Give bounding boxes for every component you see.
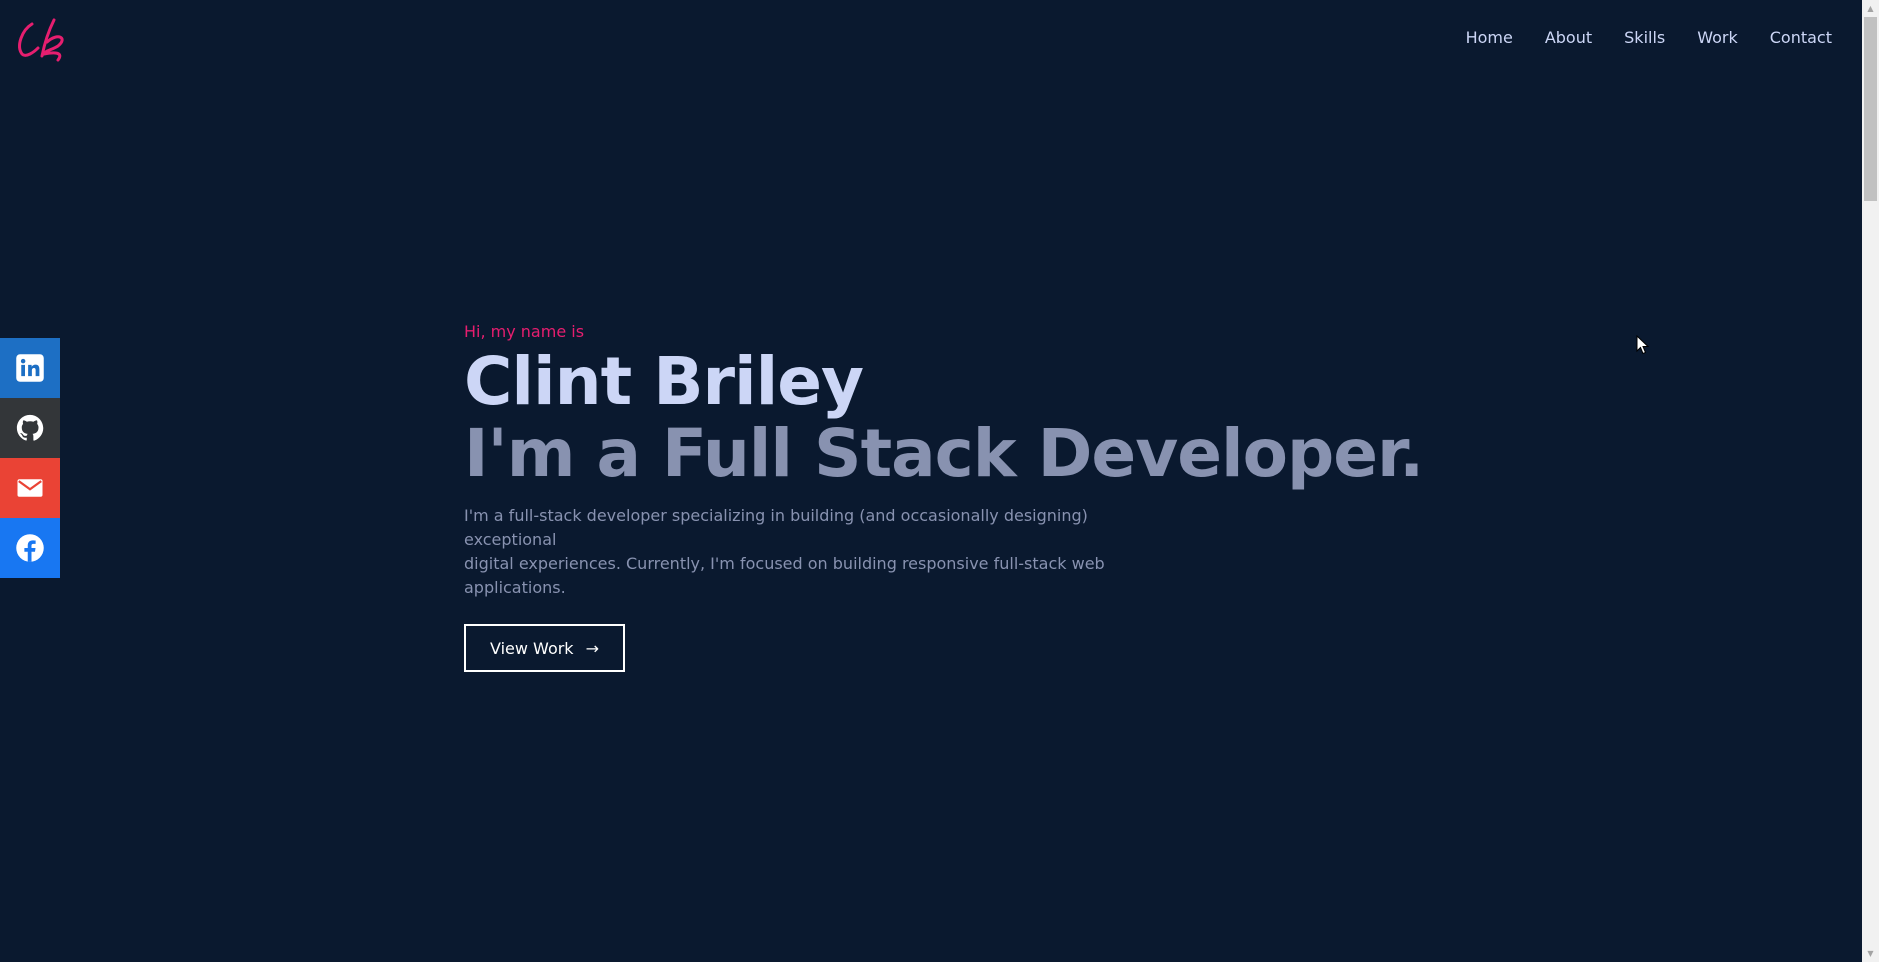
hero-section: Hi, my name is Clint Briley I'm a Full S… xyxy=(464,322,1464,672)
logo[interactable] xyxy=(14,16,70,62)
hero-intro: I'm a full-stack developer specializing … xyxy=(464,504,1164,600)
hero-name: Clint Briley xyxy=(464,343,864,420)
social-email-link[interactable] xyxy=(0,458,60,518)
facebook-icon xyxy=(16,534,44,562)
scroll-up-arrow-icon[interactable]: ▲ xyxy=(1862,0,1879,17)
nav-links: Home About Skills Work Contact xyxy=(1466,28,1832,47)
hero-tagline: I'm a Full Stack Developer. xyxy=(464,415,1424,492)
social-github-link[interactable] xyxy=(0,398,60,458)
navbar: Home About Skills Work Contact xyxy=(0,0,1862,80)
hero-intro-line-1: I'm a full-stack developer specializing … xyxy=(464,506,1088,549)
nav-item-skills[interactable]: Skills xyxy=(1624,28,1665,47)
nav-item-about[interactable]: About xyxy=(1545,28,1592,47)
social-sidebar xyxy=(0,338,60,578)
vertical-scrollbar[interactable]: ▲ ▼ xyxy=(1862,0,1879,962)
scroll-thumb[interactable] xyxy=(1864,17,1877,201)
social-facebook-link[interactable] xyxy=(0,518,60,578)
mouse-cursor-icon xyxy=(1636,335,1650,355)
github-icon xyxy=(16,414,44,441)
nav-item-work[interactable]: Work xyxy=(1697,28,1738,47)
linkedin-icon xyxy=(16,354,44,382)
arrow-right-icon: → xyxy=(585,638,599,658)
nav-item-contact[interactable]: Contact xyxy=(1770,28,1832,47)
view-work-button[interactable]: View Work → xyxy=(464,624,625,672)
social-linkedin-link[interactable] xyxy=(0,338,60,398)
email-icon xyxy=(17,479,43,497)
scroll-down-arrow-icon[interactable]: ▼ xyxy=(1862,945,1879,962)
nav-item-home[interactable]: Home xyxy=(1466,28,1513,47)
hero-intro-line-2: digital experiences. Currently, I'm focu… xyxy=(464,554,1105,597)
view-work-label: View Work xyxy=(490,638,574,658)
page: Home About Skills Work Contact Hi, my na… xyxy=(0,0,1879,962)
